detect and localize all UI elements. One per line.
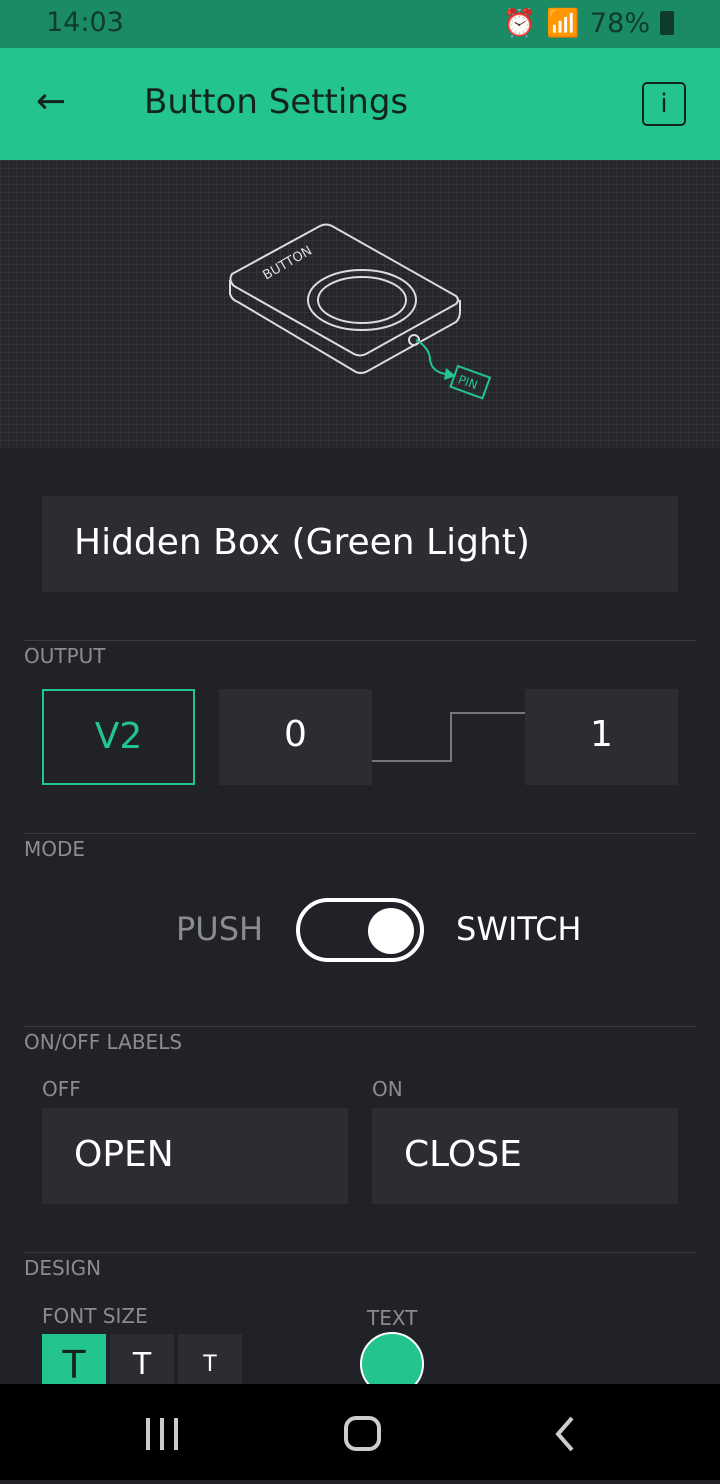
off-label-input[interactable]: OPEN: [42, 1108, 348, 1204]
page-title: Button Settings: [144, 82, 409, 122]
toggle-knob: [368, 908, 414, 954]
step-graph-icon: [372, 712, 525, 762]
mode-switch-label: SWITCH: [456, 910, 582, 948]
home-icon[interactable]: [344, 1416, 381, 1451]
font-size-label: FONT SIZE: [42, 1304, 148, 1328]
mode-push-label: PUSH: [176, 910, 264, 948]
clock: 14:03: [46, 7, 124, 38]
widget-illustration: BUTTON PIN: [0, 160, 720, 448]
on-label-input[interactable]: CLOSE: [372, 1108, 678, 1204]
button-label: BUTTON: [261, 243, 315, 283]
off-label: OFF: [42, 1077, 81, 1101]
app-bar: ← Button Settings i: [0, 48, 720, 160]
mode-toggle[interactable]: [296, 898, 424, 962]
section-labels: ON/OFF LABELS: [24, 1030, 183, 1054]
widget-name-input[interactable]: Hidden Box (Green Light): [42, 496, 678, 592]
recent-apps-icon[interactable]: [146, 1418, 178, 1450]
wifi-icon: 📶: [546, 8, 580, 39]
battery-icon: [660, 11, 674, 35]
divider: [24, 833, 696, 834]
section-mode: MODE: [24, 837, 86, 861]
section-output: OUTPUT: [24, 644, 106, 668]
high-value-input[interactable]: 1: [525, 689, 678, 785]
text-color-label: TEXT: [367, 1306, 418, 1330]
alarm-icon: ⏰: [502, 8, 537, 39]
divider: [24, 640, 696, 641]
status-bar: 14:03 ⏰ 📶 78%: [0, 0, 720, 48]
section-design: DESIGN: [24, 1256, 102, 1280]
info-button[interactable]: i: [642, 82, 686, 126]
divider: [24, 1026, 696, 1027]
pin-selector[interactable]: V2: [42, 689, 195, 785]
divider: [24, 1252, 696, 1253]
battery-level: 78%: [589, 7, 650, 39]
back-nav-icon[interactable]: [555, 1416, 574, 1452]
system-nav-bar: [0, 1384, 720, 1480]
arrow-left-icon[interactable]: ←: [36, 84, 66, 120]
low-value-input[interactable]: 0: [219, 689, 372, 785]
on-label: ON: [372, 1077, 403, 1101]
